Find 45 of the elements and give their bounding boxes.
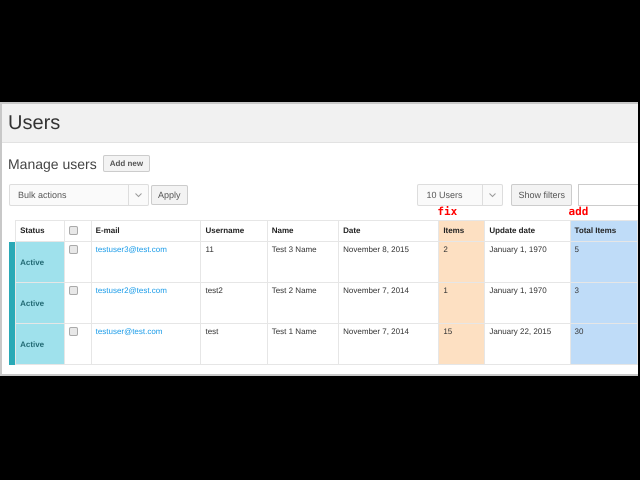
table-cell: 11 (205, 245, 214, 254)
table-cell: Test 3 Name (272, 245, 317, 254)
table-cell: November 8, 2015 (343, 245, 409, 254)
status-label: Active (20, 340, 44, 348)
filter-field[interactable] (578, 184, 638, 206)
table-cell: January 22, 2015 (489, 327, 552, 336)
table-cell: test2 (205, 286, 223, 295)
column-header: Update date (489, 226, 536, 235)
table-cell: Test 2 Name (272, 286, 317, 295)
table-cell: 5 (574, 245, 579, 254)
table-cell: January 1, 1970 (489, 245, 547, 254)
checkbox[interactable] (69, 226, 78, 235)
caret-icon (489, 192, 496, 198)
table-cell: Test 1 Name (272, 327, 317, 336)
checkbox[interactable] (69, 327, 78, 336)
annotation-label: add (568, 205, 588, 218)
caret-icon (135, 192, 142, 198)
table-cell: 2 (443, 245, 448, 254)
per-page-dropdown[interactable]: 10 Users (417, 184, 504, 206)
page-title: Users (8, 112, 60, 134)
annotation-label: fix (437, 205, 458, 218)
bulk-actions-dropdown[interactable]: Bulk actions (9, 184, 149, 206)
checkbox[interactable] (69, 245, 78, 254)
apply-button[interactable]: Apply (151, 185, 188, 205)
show-filters-button[interactable]: Show filters (511, 184, 572, 206)
status-label: Active (20, 258, 44, 266)
add-new-button[interactable]: Add new (102, 155, 150, 172)
column-header: Username (205, 226, 244, 235)
table-cell: November 7, 2014 (343, 286, 409, 295)
column-header: Date (343, 226, 360, 235)
status-label: Active (20, 298, 44, 308)
column-header: Items (443, 226, 464, 235)
checkbox[interactable] (69, 286, 78, 295)
table-cell: January 1, 1970 (489, 286, 547, 295)
table-cell: 15 (443, 327, 452, 336)
column-header: E-mail (96, 226, 120, 235)
column-header: Name (272, 226, 294, 235)
table-cell: 1 (443, 286, 448, 295)
table-cell: 30 (574, 327, 584, 336)
table-cell: November 7, 2014 (343, 327, 409, 336)
column-header: Total Items (574, 226, 616, 235)
column-header: Status (20, 226, 45, 235)
table-cell: 3 (574, 286, 579, 295)
table-cell: test (205, 327, 218, 336)
section-title: Manage users (8, 156, 97, 172)
